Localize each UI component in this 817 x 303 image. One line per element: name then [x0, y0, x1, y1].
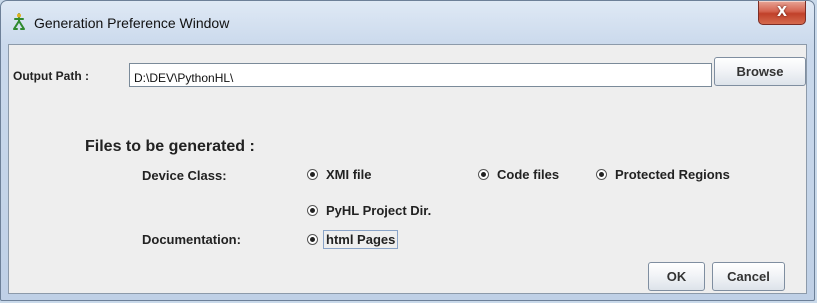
output-path-label: Output Path :: [13, 69, 89, 83]
window-title: Generation Preference Window: [34, 15, 230, 31]
radio-html-pages[interactable]: html Pages: [307, 230, 399, 249]
files-heading: Files to be generated :: [85, 138, 255, 155]
radio-pyhl-project-dir[interactable]: PyHL Project Dir.: [307, 203, 431, 218]
radio-code-files[interactable]: Code files: [478, 167, 559, 182]
radio-label: PyHL Project Dir.: [326, 203, 432, 218]
radio-icon: [596, 169, 607, 180]
ok-button[interactable]: OK: [648, 262, 705, 291]
radio-icon: [307, 169, 318, 180]
radio-label: XMI file: [326, 167, 372, 182]
documentation-label: Documentation:: [142, 232, 241, 247]
radio-icon: [307, 205, 318, 216]
device-class-label: Device Class:: [142, 168, 227, 183]
close-icon: X: [776, 5, 788, 20]
output-path-input[interactable]: [129, 63, 712, 87]
dialog-window: Generation Preference Window X Output Pa…: [0, 0, 815, 301]
radio-icon: [478, 169, 489, 180]
radio-label: html Pages: [323, 230, 399, 249]
radio-icon: [307, 234, 318, 245]
close-button[interactable]: X: [758, 1, 806, 25]
title-bar[interactable]: Generation Preference Window X: [1, 1, 814, 43]
radio-xmi-file[interactable]: XMI file: [307, 167, 372, 182]
radio-label: Code files: [497, 167, 560, 182]
radio-label: Protected Regions: [615, 167, 730, 182]
browse-button[interactable]: Browse: [714, 57, 806, 86]
radio-protected-regions[interactable]: Protected Regions: [596, 167, 730, 182]
app-figure-icon: [11, 13, 27, 31]
content-panel: Output Path : Browse Files to be generat…: [8, 44, 807, 294]
cancel-button[interactable]: Cancel: [712, 262, 785, 291]
